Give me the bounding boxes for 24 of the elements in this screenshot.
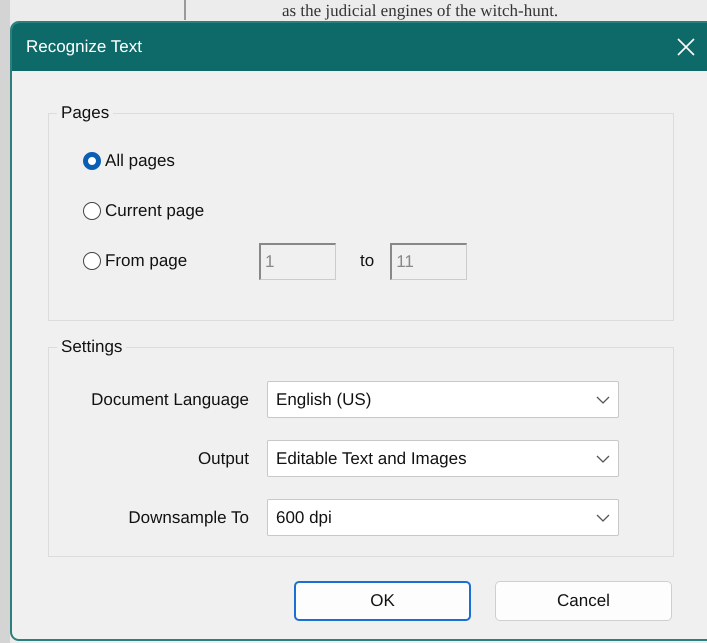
range-label: to [360,250,374,272]
dropdown-value: Editable Text and Images [276,448,467,470]
radio-label: From page [105,250,188,272]
close-icon [676,37,696,57]
radio-button[interactable] [83,252,101,270]
dialog-button[interactable]: OK [294,581,471,621]
chevron-down-icon [596,396,610,404]
radio-label: Current page [105,200,204,222]
chevron-down-icon [596,514,610,522]
radio-button[interactable] [83,202,101,220]
dropdown[interactable]: 600 dpi [267,499,619,536]
dropdown[interactable]: Editable Text and Images [267,440,619,477]
radio-button[interactable] [83,152,101,170]
dialog-button[interactable]: Cancel [495,581,672,621]
dropdown-value: English (US) [276,388,372,411]
radio-label: All pages [105,150,175,172]
dropdown-value: 600 dpi [276,506,332,529]
window-title: Recognize Text [26,36,142,58]
field-label: Document Language [90,388,250,411]
dropdown[interactable]: English (US) [267,381,619,418]
field-label: Output [196,448,250,470]
chevron-down-icon [596,454,610,462]
field-label: Downsample To [127,506,250,529]
document-text: as the judicial engines of the witch-hunt. [282,2,558,20]
